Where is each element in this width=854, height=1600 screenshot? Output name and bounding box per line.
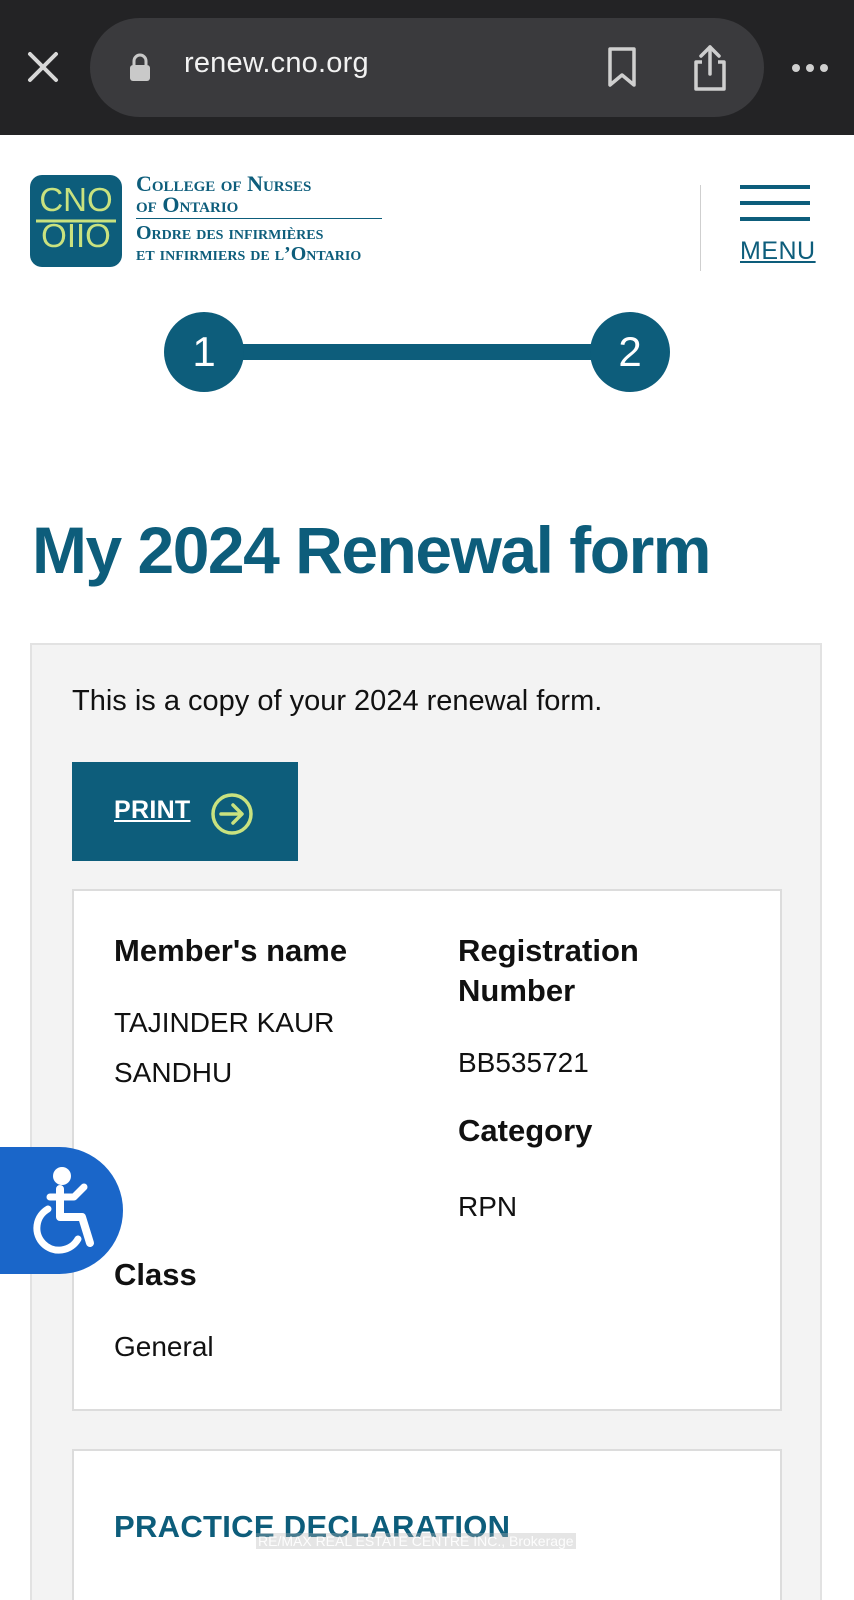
practice-declaration-card: PRACTICE DECLARATION (72, 1449, 782, 1600)
registration-number-value: BB535721 (458, 1047, 589, 1078)
more-icon[interactable] (790, 56, 830, 80)
share-icon[interactable] (690, 44, 730, 92)
close-icon (28, 52, 58, 82)
logo-mark-bottom: OIIO (41, 217, 111, 254)
registration-number-label-line-1: Registration (458, 933, 639, 968)
header-divider (700, 185, 701, 271)
accessibility-button[interactable] (0, 1147, 123, 1274)
url-text[interactable]: renew.cno.org (184, 47, 369, 80)
category-value: RPN (458, 1191, 518, 1222)
logo-wordmark[interactable]: College of Nurses of Ontario Ordre des i… (136, 173, 382, 265)
lock-icon (130, 53, 150, 81)
watermark: RE/MAX REAL ESTATE CENTRE INC., Brokerag… (256, 1533, 576, 1549)
site-header: CNO OIIO College of Nurses of Ontario Or… (0, 135, 854, 285)
step-1: 1 (164, 312, 244, 392)
page-title: My 2024 Renewal form (32, 513, 711, 587)
accessibility-icon (33, 1167, 94, 1254)
renewal-form-panel: This is a copy of your 2024 renewal form… (30, 643, 822, 1600)
class-label: Class (114, 1257, 197, 1292)
logo-mark-icon: CNO OIIO (36, 181, 116, 254)
class-value: General (114, 1331, 214, 1362)
member-name-label: Member's name (114, 933, 348, 968)
logo-mark-top: CNO (39, 181, 112, 218)
print-label: PRINT (114, 796, 191, 824)
logo-line-2: of Ontario (136, 192, 239, 217)
member-name-line-1: TAJINDER KAUR (114, 1007, 335, 1038)
category-label: Category (458, 1113, 593, 1148)
registration-number-label-line-2: Number (458, 973, 576, 1008)
print-button[interactable]: PRINT (72, 762, 298, 861)
step-2: 2 (590, 312, 670, 392)
logo-line-1: College of Nurses (136, 171, 312, 196)
menu-button[interactable]: MENU (740, 185, 815, 271)
browser-toolbar: renew.cno.org (0, 0, 854, 135)
arrow-right-circle-icon (211, 793, 253, 835)
bookmark-icon[interactable] (604, 46, 640, 88)
stepper-connector (200, 344, 630, 360)
member-name-line-2: SANDHU (114, 1057, 233, 1088)
intro-text: This is a copy of your 2024 renewal form… (72, 685, 603, 717)
progress-stepper: 1 2 (0, 310, 854, 394)
close-button[interactable] (22, 46, 64, 88)
logo-line-3: Ordre des infirmières (136, 222, 324, 244)
page: renew.cno.org CNO OIIO College of Nurses… (0, 0, 854, 1600)
menu-label: MENU (740, 237, 816, 265)
logo-line-4: et infirmiers de l’Ontario (136, 243, 362, 265)
cno-logo-mark[interactable]: CNO OIIO (30, 175, 122, 267)
logo-divider (136, 218, 382, 219)
member-info-card: Member's name TAJINDER KAUR SANDHU Regis… (72, 889, 782, 1411)
